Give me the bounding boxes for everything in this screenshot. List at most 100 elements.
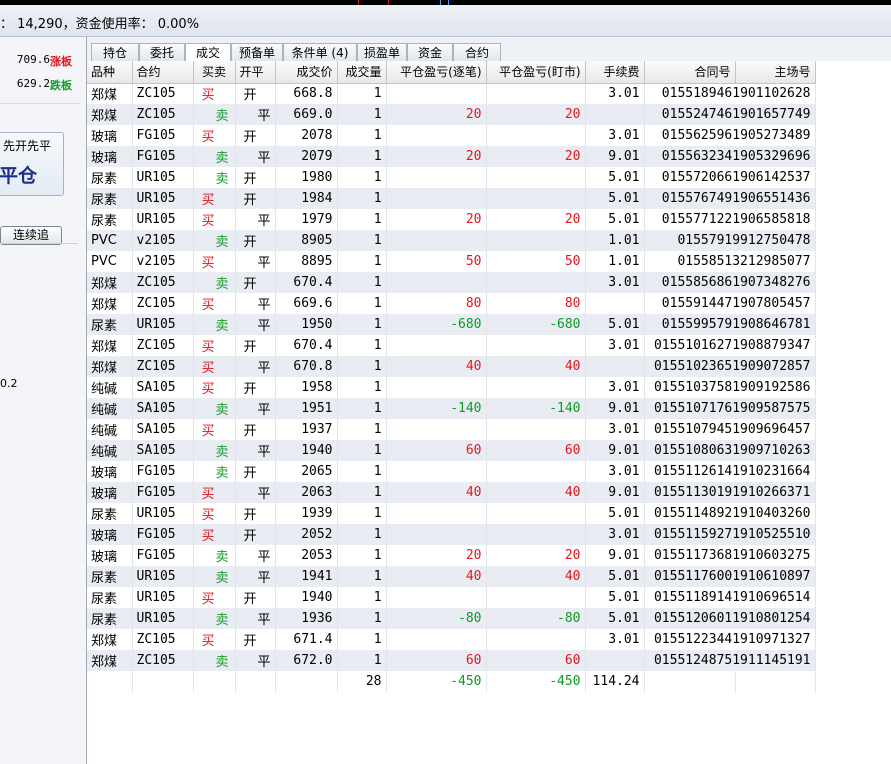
cell-fee: 5.01 — [585, 566, 645, 587]
total-blank — [132, 671, 194, 692]
cell-side: 卖 — [193, 146, 236, 167]
cell-product: PVC — [87, 230, 133, 251]
table-row[interactable]: 尿素 UR105 买平 1979 1 20 20 5.01 015577122190658581… — [87, 209, 816, 230]
tab-orders[interactable]: 委托 — [139, 43, 185, 61]
cell-volume: 1 — [337, 587, 387, 608]
table-row[interactable]: 郑煤 ZC105 买开 668.8 1 3.01 0155189461901102628 — [87, 83, 816, 104]
cell-contract: ZC105 — [132, 104, 194, 125]
col-header-product[interactable]: 品种 — [87, 61, 133, 84]
tab-stop-orders[interactable]: 损盈单 — [357, 43, 407, 61]
limit-down-row: 629.2 跌板 — [0, 75, 80, 92]
table-row[interactable]: 玻璃 FG105 买开 2078 1 3.01 0155625961905273489 — [87, 125, 816, 146]
table-row[interactable]: 尿素 UR105 买开 1940 1 5.01 01551189141910696514 — [87, 587, 816, 608]
tab-contracts[interactable]: 合约 — [453, 43, 501, 61]
col-header-volume[interactable]: 成交量 — [337, 61, 387, 84]
cell-side: 买 — [193, 524, 236, 545]
table-row[interactable]: 纯碱 SA105 买开 1958 1 3.01 01551037581909192586 — [87, 377, 816, 398]
cell-offset: 平 — [235, 146, 276, 167]
table-row[interactable]: 玻璃 FG105 卖开 2065 1 3.01 01551126141910231664 — [87, 461, 816, 482]
table-row[interactable]: 尿素 UR105 卖平 1941 1 40 40 5.01 015511760019106108… — [87, 566, 816, 587]
cell-product: PVC — [87, 251, 133, 272]
table-row[interactable]: 尿素 UR105 买开 1939 1 5.01 01551148921910403260 — [87, 503, 816, 524]
table-row[interactable]: 郑煤 ZC105 卖平 669.0 1 20 20 0155247461901657749 — [87, 104, 816, 125]
cell-pnl-mtm: 60 — [486, 650, 586, 671]
table-row[interactable]: 尿素 UR105 卖平 1936 1 -80 -80 5.01 0155120601191080… — [87, 608, 816, 629]
cell-fee: 3.01 — [585, 335, 645, 356]
cell-pnl-each — [386, 335, 487, 356]
cell-contract: ZC105 — [132, 356, 194, 377]
table-row[interactable]: 玻璃 FG105 买开 2052 1 3.01 01551159271910525510 — [87, 524, 816, 545]
table-row[interactable]: 尿素 UR105 卖开 1980 1 5.01 0155720661906142537 — [87, 167, 816, 188]
col-header-pnl-each[interactable]: 平仓盈亏(逐笔) — [386, 61, 487, 84]
cell-offset: 开 — [235, 230, 276, 251]
limit-up-price[interactable]: 709.6 — [17, 53, 50, 66]
table-row[interactable]: 郑煤 ZC105 买平 669.6 1 80 80 0155914471907805457 — [87, 293, 816, 314]
table-row[interactable]: 尿素 UR105 买开 1984 1 5.01 0155767491906551436 — [87, 188, 816, 209]
table-row[interactable]: 玻璃 FG105 卖平 2053 1 20 20 9.01 015511736819106032… — [87, 545, 816, 566]
col-header-pnl-mtm[interactable]: 平仓盈亏(盯市) — [486, 61, 586, 84]
col-header-exchange-no[interactable]: 主场号 — [735, 61, 816, 84]
order-no-suffix: 525510 — [763, 527, 811, 542]
cell-offset: 平 — [235, 314, 276, 335]
col-header-fee[interactable]: 手续费 — [585, 61, 645, 84]
table-row[interactable]: 尿素 UR105 卖平 1950 1 -680 -680 5.01 01559957919086… — [87, 314, 816, 335]
tab-conditional-orders[interactable]: 条件单 (4) — [283, 43, 357, 61]
side-value: 0.2 — [0, 377, 18, 390]
cell-offset: 开 — [235, 503, 276, 524]
cell-pnl-each: 80 — [386, 293, 487, 314]
cell-volume: 1 — [337, 650, 387, 671]
col-header-side[interactable]: 买卖 — [193, 61, 236, 84]
cell-contract: ZC105 — [132, 629, 194, 650]
tab-trades[interactable]: 成交 — [185, 43, 231, 62]
order-no-suffix: 12750478 — [747, 233, 811, 248]
order-no-prefix: 01551176001910 — [653, 569, 764, 584]
tab-prepared-orders[interactable]: 预备单 — [231, 43, 283, 61]
cell-side: 卖 — [193, 545, 236, 566]
cell-offset: 平 — [235, 398, 276, 419]
col-header-contract[interactable]: 合约 — [132, 61, 194, 84]
cell-offset: 平 — [235, 608, 276, 629]
cell-contract: UR105 — [132, 587, 194, 608]
trade-tabs: 持仓 委托 成交 预备单 条件单 (4) 损盈单 资金 合约 — [87, 37, 891, 62]
cell-product: 尿素 — [87, 167, 133, 188]
table-row[interactable]: 郑煤 ZC105 卖平 672.0 1 60 60 01551248751911145191 — [87, 650, 816, 671]
cell-fee: 9.01 — [585, 440, 645, 461]
cell-fee — [585, 650, 645, 671]
table-row[interactable]: 郑煤 ZC105 买平 670.8 1 40 40 01551023651909072857 — [87, 356, 816, 377]
order-no-prefix: 01557206619061 — [661, 170, 772, 185]
cell-contract: ZC105 — [132, 650, 194, 671]
close-mode-button[interactable]: 先开先平 平仓 — [0, 132, 64, 196]
cell-price: 1941 — [275, 566, 338, 587]
table-row[interactable]: 纯碱 SA105 买开 1937 1 3.01 01551079451909696457 — [87, 419, 816, 440]
cell-order-no: 01551189141910696514 — [644, 587, 816, 608]
cell-contract: v2105 — [132, 251, 194, 272]
cell-pnl-mtm — [486, 335, 586, 356]
cell-pnl-mtm — [486, 125, 586, 146]
table-row[interactable]: 纯碱 SA105 卖平 1940 1 60 60 9.01 015510806319097102… — [87, 440, 816, 461]
account-status-text: ： 14,290，资金使用率： 0.00% — [0, 17, 200, 32]
table-row[interactable]: PVC v2105 买平 8895 1 50 50 1.01 01558513212985077 — [87, 251, 816, 272]
tab-funds[interactable]: 资金 — [407, 43, 453, 61]
cell-offset: 平 — [235, 545, 276, 566]
tab-positions[interactable]: 持仓 — [91, 43, 139, 61]
col-header-order-no[interactable]: 合同号 — [644, 61, 736, 84]
col-header-offset[interactable]: 开平 — [235, 61, 276, 84]
table-row[interactable]: 郑煤 ZC105 买开 670.4 1 3.01 01551016271908879347 — [87, 335, 816, 356]
total-blank — [275, 671, 338, 692]
total-blank — [87, 671, 133, 692]
cell-volume: 1 — [337, 125, 387, 146]
cell-product: 纯碱 — [87, 377, 133, 398]
cell-side: 卖 — [193, 272, 236, 293]
table-row[interactable]: 纯碱 SA105 卖平 1951 1 -140 -140 9.01 01551071761909… — [87, 398, 816, 419]
cell-product: 尿素 — [87, 209, 133, 230]
table-row[interactable]: PVC v2105 卖开 8905 1 1.01 01557919912750478 — [87, 230, 816, 251]
col-header-price[interactable]: 成交价 — [275, 61, 338, 84]
cell-order-no: 01551079451909696457 — [644, 419, 816, 440]
table-row[interactable]: 郑煤 ZC105 买开 671.4 1 3.01 01551223441910971327 — [87, 629, 816, 650]
cell-volume: 1 — [337, 524, 387, 545]
limit-down-price[interactable]: 629.2 — [17, 77, 50, 90]
table-row[interactable]: 郑煤 ZC105 卖开 670.4 1 3.01 0155856861907348276 — [87, 272, 816, 293]
table-row[interactable]: 玻璃 FG105 卖平 2079 1 20 20 9.01 015563234190532969… — [87, 146, 816, 167]
cell-side: 买 — [193, 251, 236, 272]
table-row[interactable]: 玻璃 FG105 买平 2063 1 40 40 9.01 015511301919102663… — [87, 482, 816, 503]
